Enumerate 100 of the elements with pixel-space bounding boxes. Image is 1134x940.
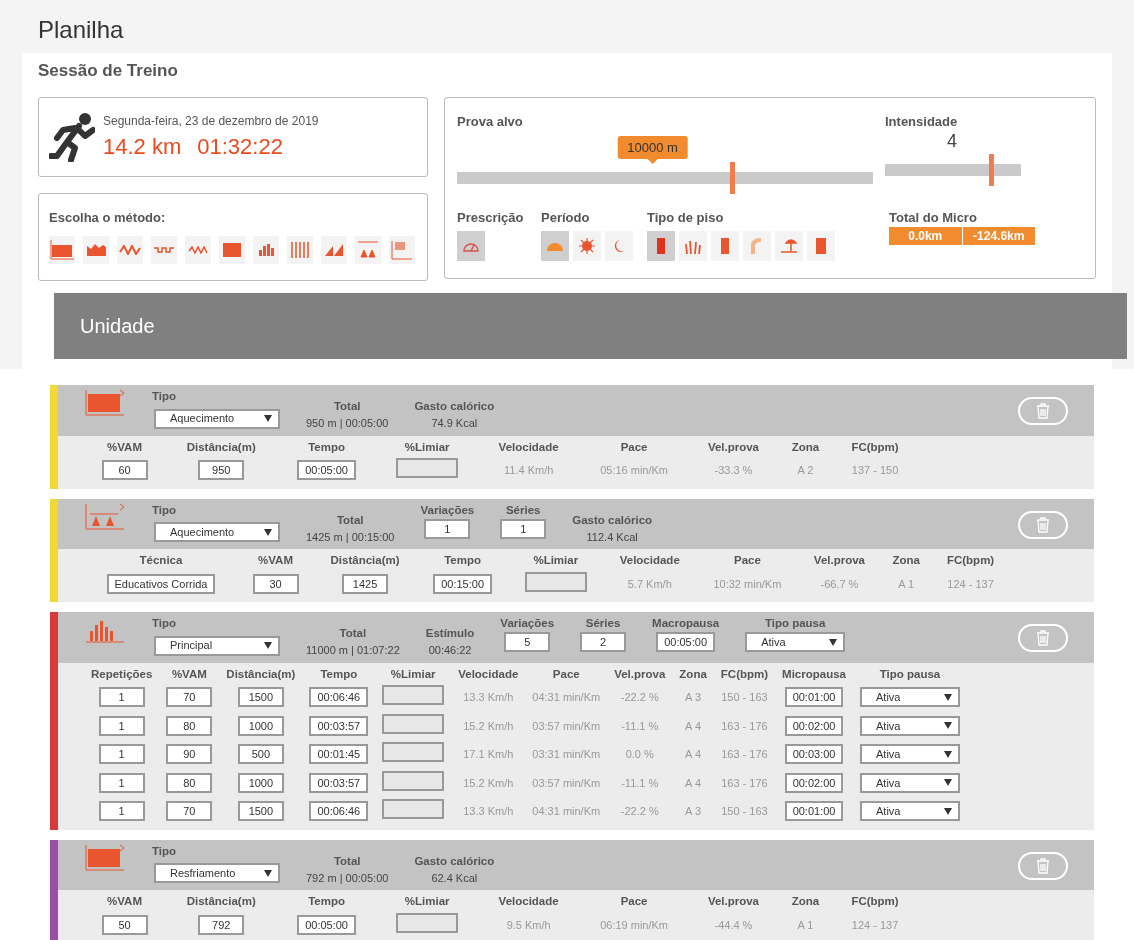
chart-icon (257, 242, 275, 257)
input-field[interactable]: 00:05:00 (656, 632, 716, 653)
delete-button[interactable] (1018, 624, 1068, 653)
input-field[interactable]: 1500 (237, 687, 284, 708)
input-field[interactable]: 1000 (237, 772, 284, 793)
floor-type-option[interactable] (679, 231, 707, 262)
input-field[interactable]: 00:05:00 (297, 460, 356, 481)
target-race-slider[interactable] (457, 161, 873, 194)
input-field[interactable]: 70 (166, 687, 213, 708)
delete-button[interactable] (1018, 397, 1068, 426)
input-field[interactable]: 00:06:46 (309, 801, 369, 822)
column-header: %Limiar (403, 894, 451, 910)
column-header: Velocidade (457, 666, 520, 682)
delete-button[interactable] (1018, 510, 1068, 539)
slider-thumb[interactable] (989, 153, 995, 186)
trash-icon (1036, 857, 1050, 874)
column-header: Velocidade (497, 894, 560, 910)
caret-icon (944, 750, 952, 758)
method-button[interactable] (389, 235, 415, 264)
slider-thumb[interactable] (729, 161, 735, 194)
table-cell: 0.0 % (625, 748, 654, 761)
input-field[interactable]: 1425 (342, 573, 389, 594)
input-field[interactable] (382, 685, 445, 706)
method-button[interactable] (117, 235, 143, 264)
input-field[interactable] (382, 742, 445, 763)
input-field[interactable]: 00:01:00 (784, 687, 844, 708)
caret-icon (944, 693, 952, 701)
method-button[interactable] (253, 235, 279, 264)
period-option[interactable] (605, 231, 633, 262)
input-field[interactable]: 1500 (237, 801, 284, 822)
method-button[interactable] (287, 235, 313, 264)
input-field[interactable]: 00:03:57 (309, 772, 369, 793)
input-field[interactable]: 1 (98, 715, 145, 736)
input-field[interactable]: 00:06:46 (309, 687, 369, 708)
input-field[interactable]: 5 (504, 632, 551, 653)
input-field[interactable]: 00:02:00 (784, 772, 844, 793)
select-field[interactable]: Resfriamento (154, 863, 280, 884)
input-field[interactable] (396, 458, 459, 479)
select-field[interactable]: Ativa (860, 744, 960, 765)
method-button[interactable] (219, 235, 245, 264)
trash-icon (1036, 516, 1050, 533)
input-field[interactable]: 00:03:57 (309, 715, 369, 736)
input-field[interactable] (524, 571, 587, 592)
input-field[interactable]: 1 (98, 687, 145, 708)
select-field[interactable]: Ativa (860, 801, 960, 822)
floor-type-option[interactable] (775, 231, 803, 262)
caret-icon (944, 722, 952, 730)
input-field[interactable]: 00:01:00 (784, 801, 844, 822)
input-field[interactable] (382, 713, 445, 734)
field-value: 792 m | 00:05:00 (306, 870, 389, 886)
method-button[interactable] (355, 235, 381, 264)
select-field[interactable]: Ativa (745, 632, 846, 653)
input-field[interactable] (396, 912, 459, 933)
select-field[interactable]: Ativa (860, 715, 960, 736)
input-field[interactable]: 00:15:00 (433, 573, 493, 594)
select-field[interactable]: Ativa (860, 772, 960, 793)
method-button[interactable] (49, 235, 75, 264)
input-field[interactable]: 1 (98, 744, 145, 765)
delete-button[interactable] (1018, 851, 1068, 880)
intensity-slider[interactable] (885, 153, 1021, 186)
input-field[interactable]: 1 (424, 518, 471, 539)
input-field[interactable] (382, 770, 445, 791)
select-field[interactable]: Principal (154, 635, 280, 656)
input-field[interactable]: 80 (166, 715, 213, 736)
method-button[interactable] (151, 235, 177, 264)
select-field[interactable]: Ativa (860, 687, 960, 708)
period-option[interactable] (541, 231, 569, 262)
input-field[interactable]: 70 (166, 801, 213, 822)
select-field[interactable]: Aquecimento (154, 522, 280, 543)
input-field[interactable]: 00:05:00 (297, 914, 356, 935)
input-field[interactable]: 50 (101, 914, 148, 935)
floor-type-option[interactable] (807, 231, 835, 262)
input-field[interactable]: 1 (98, 801, 145, 822)
input-field[interactable]: 792 (198, 914, 245, 935)
input-field[interactable]: 00:02:00 (784, 715, 844, 736)
select-field[interactable]: Aquecimento (154, 408, 280, 429)
input-field[interactable]: 60 (101, 460, 148, 481)
column-header: Pace (551, 666, 581, 682)
input-field[interactable]: 1 (98, 772, 145, 793)
input-field[interactable]: 1000 (237, 715, 284, 736)
table-cell: 05:16 min/Km (600, 464, 668, 477)
input-field[interactable]: 950 (198, 460, 245, 481)
input-field[interactable]: 1 (500, 518, 547, 539)
input-field[interactable]: 00:03:00 (784, 744, 844, 765)
method-button[interactable] (321, 235, 347, 264)
input-field[interactable]: 00:01:45 (309, 744, 369, 765)
input-field[interactable]: 90 (166, 744, 213, 765)
prescription-option[interactable] (457, 231, 485, 262)
floor-type-option[interactable] (647, 231, 675, 262)
column-header: %VAM (170, 666, 208, 682)
input-field[interactable]: 30 (252, 573, 299, 594)
input-field[interactable]: 2 (580, 632, 627, 653)
input-field[interactable]: Educativos Corrida (106, 573, 216, 594)
floor-type-option[interactable] (711, 231, 739, 262)
period-option[interactable] (573, 231, 601, 262)
input-field[interactable]: 80 (166, 772, 213, 793)
input-field[interactable] (382, 799, 445, 820)
method-button[interactable] (83, 235, 109, 264)
method-button[interactable] (185, 235, 211, 264)
input-field[interactable]: 500 (237, 744, 284, 765)
